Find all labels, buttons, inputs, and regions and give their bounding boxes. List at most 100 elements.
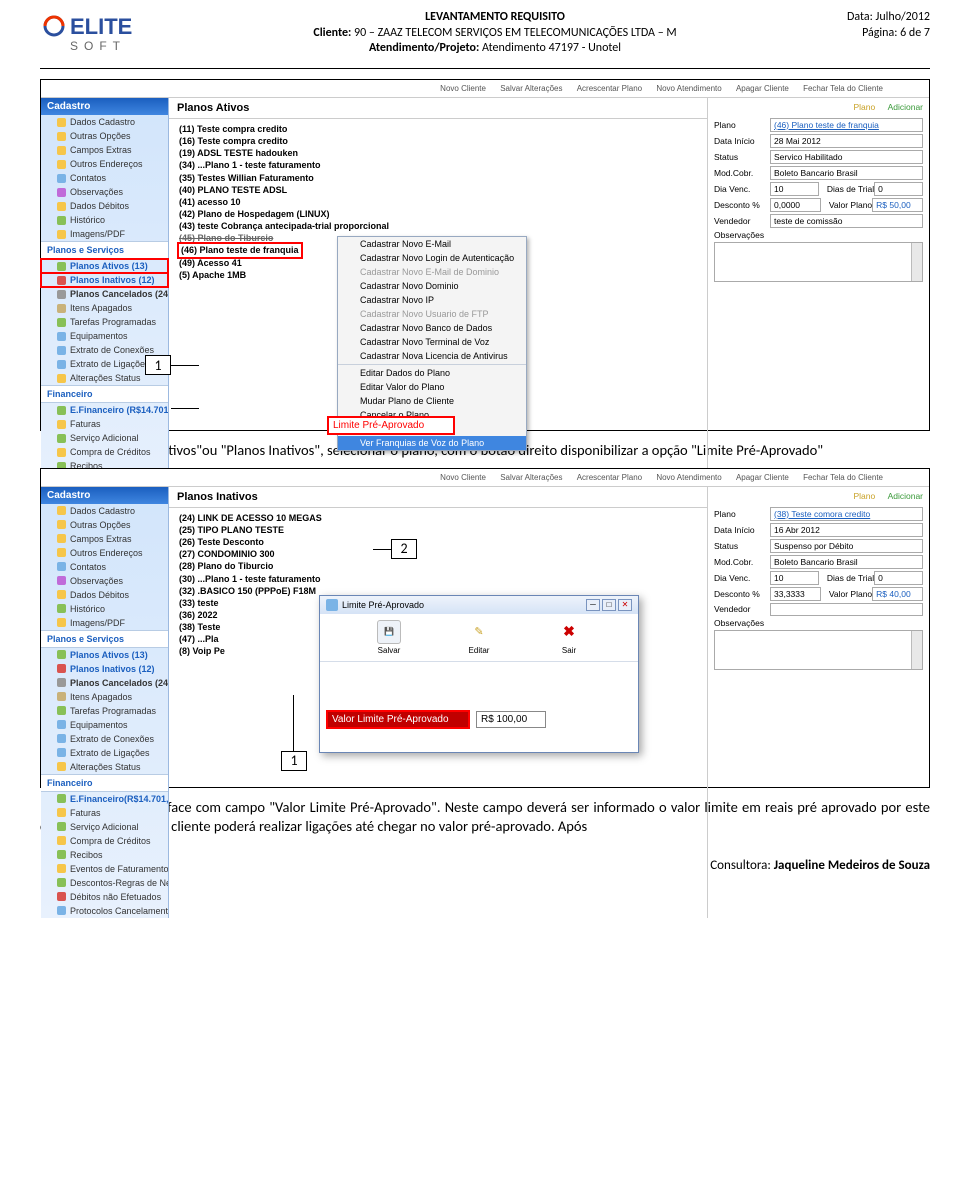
sidebar-item[interactable]: Dados Débitos (41, 199, 168, 213)
sidebar-item[interactable]: E.Financeiro (R$14.701,11) (41, 403, 168, 417)
context-menu-item[interactable]: Cadastrar Novo Usuario de FTP (338, 307, 526, 321)
sidebar-item[interactable]: Tarefas Programadas (41, 315, 168, 329)
sidebar-item[interactable]: Recibos (41, 848, 168, 862)
toolbar-item[interactable]: Apagar Cliente (736, 84, 789, 93)
toolbar-item[interactable]: Novo Atendimento (656, 84, 721, 93)
plano-icon-label[interactable]: Plano (853, 102, 875, 112)
plan-row[interactable]: (41) acesso 10 (179, 196, 697, 208)
context-menu-item[interactable]: Cadastrar Novo Login de Autenticação (338, 251, 526, 265)
context-menu-item[interactable]: Cadastrar Novo Terminal de Voz (338, 335, 526, 349)
sidebar-item[interactable]: Imagens/PDF (41, 616, 168, 630)
sidebar-item[interactable]: Débitos não Efetuados (41, 890, 168, 904)
sidebar-item[interactable]: Alterações Status (41, 760, 168, 774)
minimize-button[interactable]: ─ (586, 599, 600, 611)
sidebar-item-planos-ativos[interactable]: Planos Ativos (13) (41, 259, 168, 273)
context-menu-item[interactable]: Cadastrar Novo Banco de Dados (338, 321, 526, 335)
plano-icon-label[interactable]: Plano (853, 491, 875, 501)
adicionar-button[interactable]: Adicionar (888, 102, 923, 112)
plan-row[interactable]: (28) Plano do Tiburcio (179, 560, 697, 572)
sidebar-item[interactable]: Itens Apagados (41, 301, 168, 315)
context-menu-item[interactable]: Cadastrar Novo E-Mail de Dominio (338, 265, 526, 279)
close-button[interactable]: ✕ (618, 599, 632, 611)
data-inicio-value[interactable]: 16 Abr 2012 (770, 523, 923, 537)
observacoes-textarea[interactable] (714, 242, 923, 282)
plan-row[interactable]: (30) ...Plano 1 - teste faturamento (179, 573, 697, 585)
sidebar-item[interactable]: Observações (41, 185, 168, 199)
sidebar-item[interactable]: Descontos-Regras de Negocio (41, 876, 168, 890)
sidebar-item[interactable]: Tarefas Programadas (41, 704, 168, 718)
sidebar-item[interactable]: Observações (41, 574, 168, 588)
sidebar-item[interactable]: Planos Cancelados (24) (41, 676, 168, 690)
sidebar-item[interactable]: Outros Endereços (41, 157, 168, 171)
toolbar-item[interactable]: Fechar Tela do Cliente (803, 473, 883, 482)
sidebar-item[interactable]: E.Financeiro(R$14.701,11) (41, 792, 168, 806)
sidebar-item[interactable]: Campos Extras (41, 532, 168, 546)
context-menu-item[interactable]: Cadastrar Novo E-Mail (338, 237, 526, 251)
sidebar-item[interactable]: Compra de Créditos (41, 445, 168, 459)
sidebar-item-planos-inativos[interactable]: Planos Inativos (12) (41, 273, 168, 287)
sidebar-item[interactable]: Faturas (41, 417, 168, 431)
plan-row[interactable]: (16) Teste compra credito (179, 135, 697, 147)
valor-limite-input[interactable]: R$ 100,00 (476, 711, 546, 728)
plan-row[interactable]: (19) ADSL TESTE hadouken (179, 147, 697, 159)
data-inicio-value[interactable]: 28 Mai 2012 (770, 134, 923, 148)
valor-plano-value[interactable]: R$ 50,00 (872, 198, 923, 212)
sidebar-item[interactable]: Planos Cancelados (24) (41, 287, 168, 301)
context-menu-item-selected[interactable]: Ver Franquias de Voz do Plano (338, 436, 526, 450)
trial-value[interactable]: 0 (874, 571, 923, 585)
maximize-button[interactable]: □ (602, 599, 616, 611)
toolbar-item[interactable]: Novo Cliente (440, 473, 486, 482)
sidebar-item[interactable]: Serviço Adicional (41, 820, 168, 834)
status-value[interactable]: Servico Habilitado (770, 150, 923, 164)
trial-value[interactable]: 0 (874, 182, 923, 196)
status-value[interactable]: Suspenso por Débito (770, 539, 923, 553)
sidebar-item[interactable]: Serviço Adicional (41, 431, 168, 445)
context-menu-item[interactable]: Cadastrar Novo IP (338, 293, 526, 307)
venc-value[interactable]: 10 (770, 571, 819, 585)
plan-row-highlight[interactable]: (46) Plano teste de franquia (179, 244, 301, 256)
observacoes-textarea[interactable] (714, 630, 923, 670)
plan-row[interactable]: (24) LINK DE ACESSO 10 MEGAS (179, 512, 697, 524)
desconto-value[interactable]: 33,3333 (770, 587, 821, 601)
context-menu-item[interactable]: Cadastrar Novo Dominio (338, 279, 526, 293)
sidebar-item[interactable]: Imagens/PDF (41, 227, 168, 241)
sidebar-item[interactable]: Faturas (41, 806, 168, 820)
plan-row[interactable]: (34) ...Plano 1 - teste faturamento (179, 159, 697, 171)
plano-value[interactable]: (38) Teste comora credito (770, 507, 923, 521)
plan-row[interactable]: (40) PLANO TESTE ADSL (179, 184, 697, 196)
plan-row[interactable]: (25) TIPO PLANO TESTE (179, 524, 697, 536)
toolbar-item[interactable]: Acrescentar Plano (577, 473, 642, 482)
sidebar-item[interactable]: Outras Opções (41, 129, 168, 143)
sidebar-item[interactable]: Extrato de Ligações (41, 746, 168, 760)
vendedor-value[interactable]: teste de comissão (770, 214, 923, 228)
vendedor-value[interactable] (770, 603, 923, 616)
sidebar-item[interactable]: Outros Endereços (41, 546, 168, 560)
desconto-value[interactable]: 0,0000 (770, 198, 821, 212)
editar-button[interactable]: ✎ Editar (454, 620, 504, 655)
sidebar-item[interactable]: Equipamentos (41, 718, 168, 732)
sidebar-item[interactable]: Equipamentos (41, 329, 168, 343)
toolbar-item[interactable]: Fechar Tela do Cliente (803, 84, 883, 93)
plan-row[interactable]: (43) teste Cobrança antecipada-trial pro… (179, 220, 697, 232)
context-menu-item[interactable]: Editar Valor do Plano (338, 380, 526, 394)
sidebar-item[interactable]: Planos Inativos (12) (41, 662, 168, 676)
valor-plano-value[interactable]: R$ 40,00 (872, 587, 923, 601)
sidebar-item[interactable]: Planos Ativos (13) (41, 648, 168, 662)
salvar-button[interactable]: 💾 Salvar (364, 620, 414, 655)
plan-row[interactable]: (11) Teste compra credito (179, 123, 697, 135)
sidebar-item[interactable]: Protocolos Cancelamento (41, 904, 168, 918)
plan-row[interactable]: (42) Plano de Hospedagem (LINUX) (179, 208, 697, 220)
sair-button[interactable]: ✖ Sair (544, 620, 594, 655)
sidebar-item[interactable]: Histórico (41, 602, 168, 616)
sidebar-item[interactable]: Contatos (41, 171, 168, 185)
sidebar-item[interactable]: Compra de Créditos (41, 834, 168, 848)
sidebar-item[interactable]: Campos Extras (41, 143, 168, 157)
toolbar-item[interactable]: Acrescentar Plano (577, 84, 642, 93)
modcobr-value[interactable]: Boleto Bancario Brasil (770, 166, 923, 180)
sidebar-item[interactable]: Histórico (41, 213, 168, 227)
sidebar-item[interactable]: Dados Cadastro (41, 115, 168, 129)
plan-row[interactable]: (27) CONDOMINIO 300 (179, 548, 697, 560)
plano-value[interactable]: (46) Plano teste de franquia (770, 118, 923, 132)
sidebar-item[interactable]: Outras Opções (41, 518, 168, 532)
toolbar-item[interactable]: Salvar Alterações (500, 473, 562, 482)
